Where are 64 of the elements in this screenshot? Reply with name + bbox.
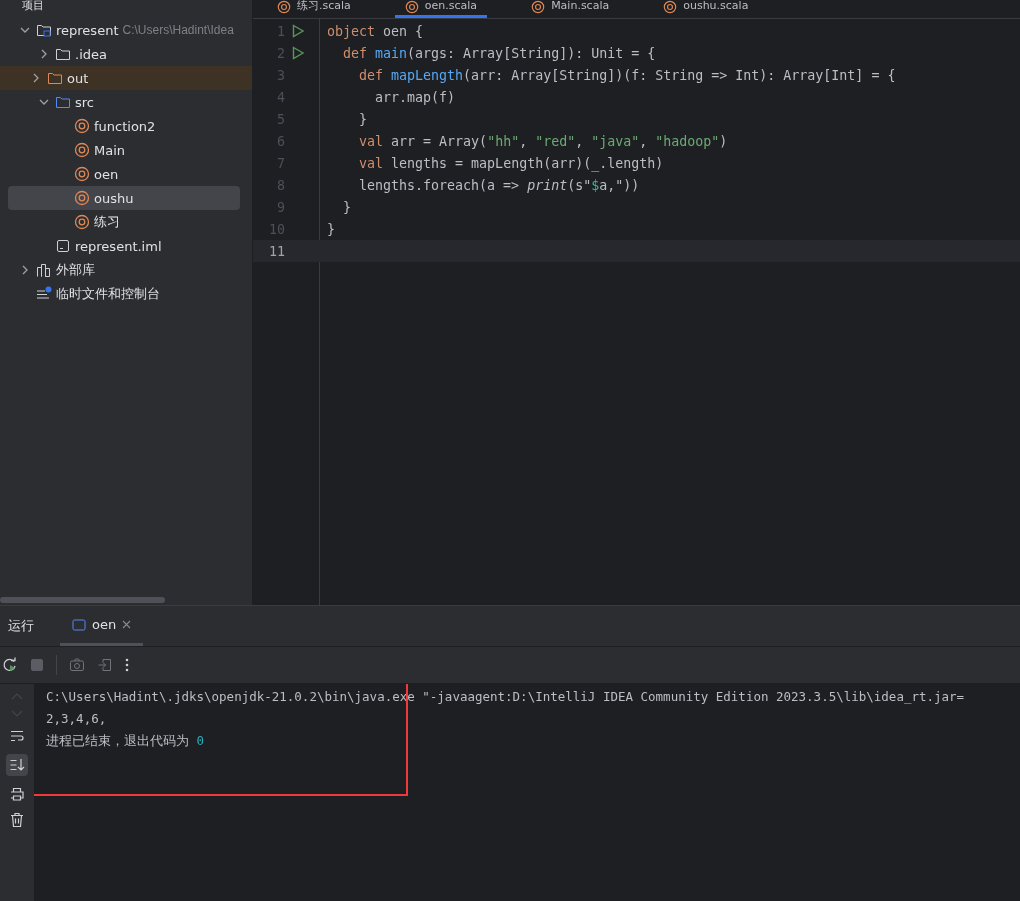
console-icon: [72, 617, 86, 632]
panel-title: 项目: [22, 0, 44, 12]
console-line: 进程已结束，退出代码为 0: [46, 732, 206, 750]
object-icon: [74, 190, 90, 206]
code-line: def mapLength(arr: Array[String])(f: String => Int): Array[Int] = {: [358, 67, 896, 83]
chevron-down-icon[interactable]: [39, 97, 49, 107]
object-icon: [74, 214, 90, 230]
object-icon: [74, 142, 90, 158]
editor-tab[interactable]: 练习.scala: [267, 0, 361, 18]
run-icon[interactable]: [291, 46, 305, 60]
console-line: 2,3,4,6,: [46, 710, 108, 728]
tree-item[interactable]: src: [8, 90, 240, 114]
chevron-down-icon[interactable]: [20, 25, 30, 35]
folder-icon: [47, 70, 63, 86]
file-icon: [55, 238, 71, 254]
object-icon: [74, 166, 90, 182]
module-folder-icon: [36, 22, 52, 38]
code-line: val arr = Array("hh", "red", "java", "hadoop"): [358, 133, 728, 149]
line-number: 11: [268, 243, 285, 259]
tree-item[interactable]: function2: [8, 114, 240, 138]
trash-icon[interactable]: [9, 812, 25, 828]
code-line: val lengths = mapLength(arr)(_.length): [358, 155, 664, 171]
print-icon[interactable]: [9, 786, 25, 802]
code-line: }: [342, 199, 352, 215]
panel-title: 运行: [8, 617, 34, 635]
tree-item[interactable]: represent.iml: [8, 234, 240, 258]
folder-icon: [55, 94, 71, 110]
code-line: lengths.foreach(a => print(s"$a,")): [358, 177, 640, 193]
code-line: arr.map(f): [374, 89, 456, 105]
camera-icon[interactable]: [69, 657, 85, 673]
folder-icon: [55, 46, 71, 62]
tree-item[interactable]: oen: [8, 162, 240, 186]
run-icon[interactable]: [291, 24, 305, 38]
tree-item[interactable]: Main: [8, 138, 240, 162]
tree-item[interactable]: 练习: [8, 210, 240, 234]
code-line: object oen {: [327, 23, 424, 39]
scroll-to-end-button[interactable]: [6, 754, 28, 776]
editor-tab[interactable]: Main.scala: [521, 0, 620, 18]
library-icon: [36, 262, 52, 278]
close-icon[interactable]: [122, 620, 132, 629]
chevron-right-icon[interactable]: [39, 49, 49, 59]
tree-item[interactable]: .idea: [8, 42, 240, 66]
object-icon: [404, 0, 419, 14]
tree-item[interactable]: 外部库: [8, 258, 240, 282]
code-line: }: [358, 111, 368, 127]
rerun-icon[interactable]: [2, 657, 18, 673]
chevron-right-icon[interactable]: [31, 73, 41, 83]
wrap-icon[interactable]: [9, 728, 25, 744]
object-icon: [74, 118, 90, 134]
object-icon: [277, 0, 291, 14]
tree-item[interactable]: oushu: [8, 186, 240, 210]
more-icon[interactable]: [125, 658, 129, 672]
editor-tab[interactable]: oushu.scala: [653, 0, 759, 18]
exit-icon[interactable]: [97, 657, 113, 673]
tree-item[interactable]: represent C:\Users\Hadint\Idea: [8, 18, 240, 42]
scratches-icon: [36, 286, 52, 302]
run-tab[interactable]: oen: [60, 606, 144, 646]
object-icon: [663, 0, 678, 14]
object-icon: [531, 0, 546, 14]
tree-item[interactable]: out: [0, 66, 252, 90]
chevron-right-icon[interactable]: [20, 265, 30, 275]
tree-item[interactable]: 临时文件和控制台: [8, 282, 240, 306]
code-line: }: [327, 221, 335, 237]
code-line: def main(args: Array[String]): Unit = {: [342, 45, 656, 61]
